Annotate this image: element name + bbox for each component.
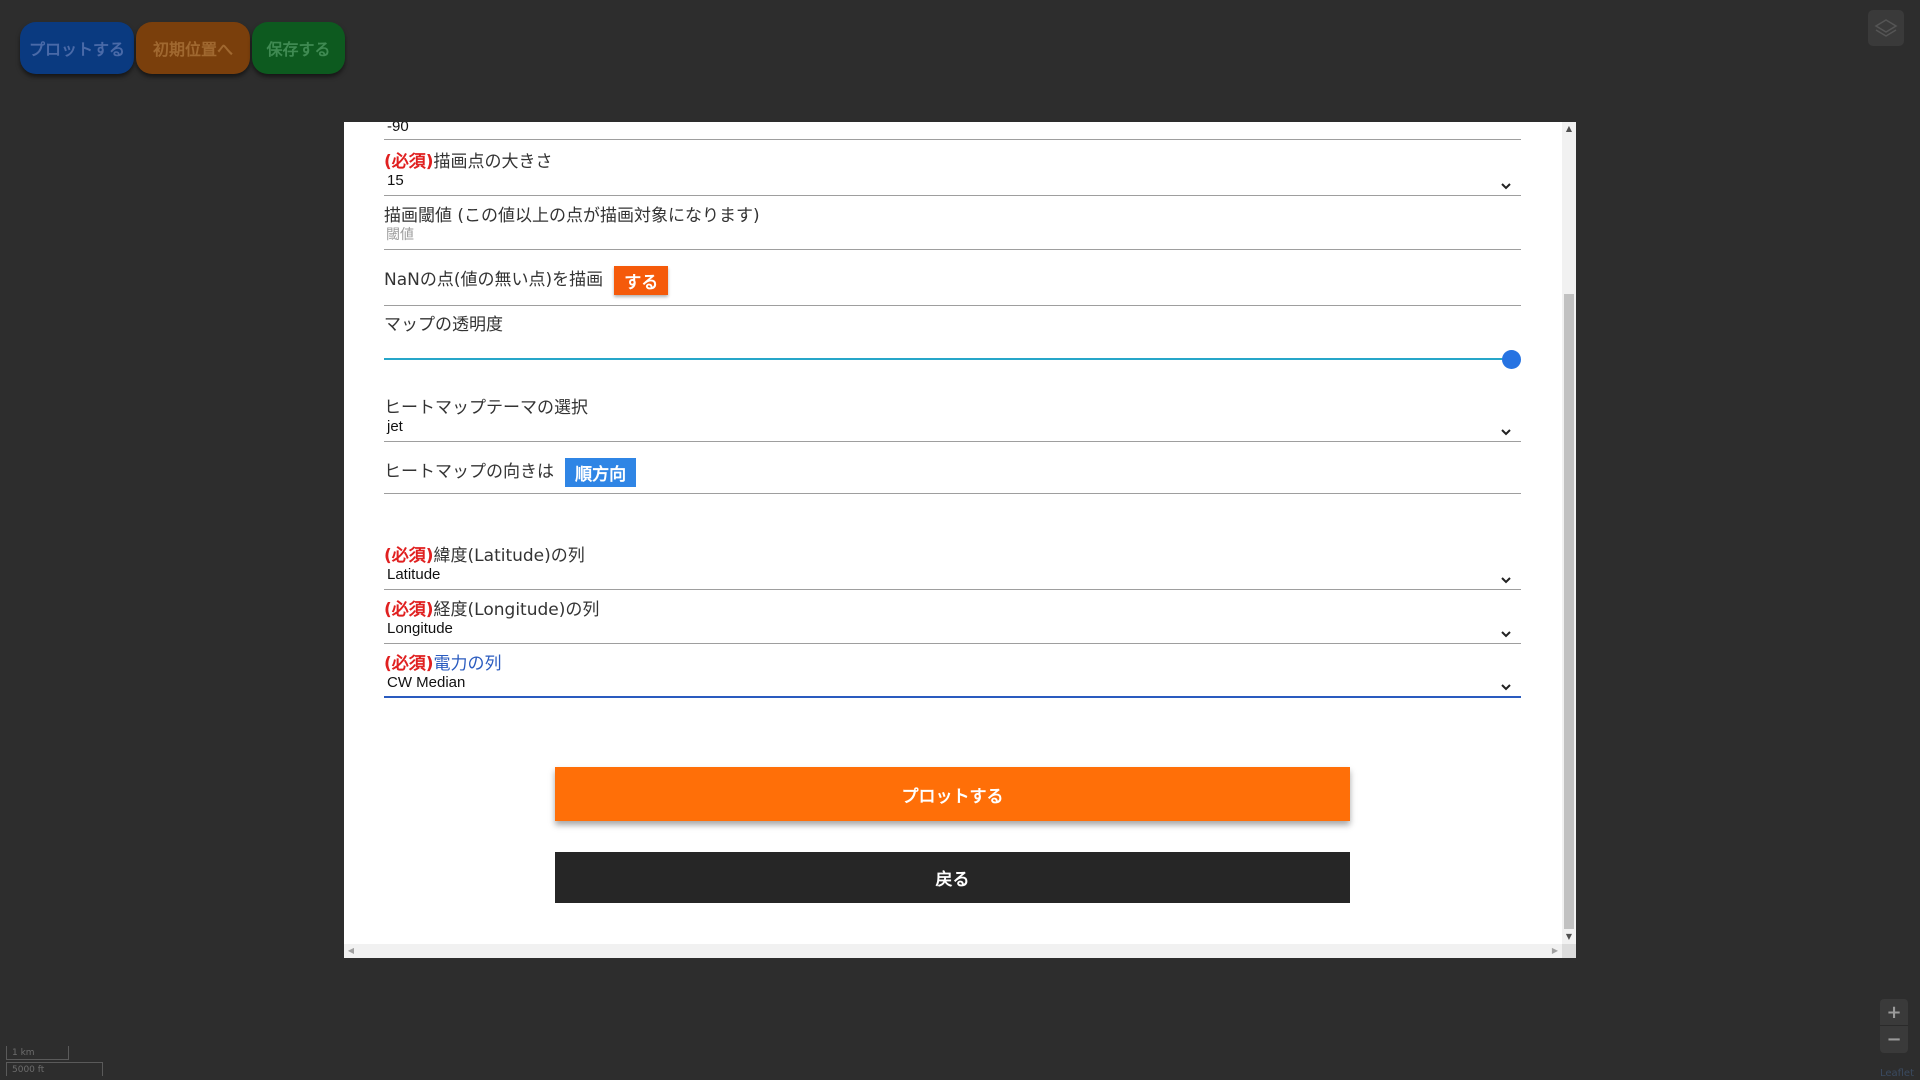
map-save-button[interactable]: 保存する	[252, 22, 345, 74]
map-opacity-label: マップの透明度	[384, 315, 503, 335]
latitude-column-value: Latitude	[387, 566, 441, 583]
back-button[interactable]: 戻る	[555, 852, 1350, 903]
point-size-label: (必須)描画点の大きさ	[384, 152, 553, 172]
vertical-scrollbar[interactable]: ▲ ▼	[1562, 122, 1576, 944]
required-tag: (必須)	[384, 600, 434, 620]
longitude-column-label: (必須)経度(Longitude)の列	[384, 600, 600, 620]
vertical-scroll-thumb[interactable]	[1564, 294, 1574, 929]
required-tag: (必須)	[384, 654, 434, 674]
threshold-label: 描画閾値 (この値以上の点が描画対象になります)	[384, 206, 760, 226]
latitude-column-label: (必須)緯度(Latitude)の列	[384, 546, 585, 566]
chevron-down-icon	[1501, 684, 1511, 691]
modal-content: -90 (必須)描画点の大きさ 15 描画閾値 (この値以上の点が描画対象になり…	[344, 122, 1562, 944]
heatmap-theme-label: ヒートマップテーマの選択	[384, 398, 588, 418]
zoom-in-button[interactable]: +	[1880, 999, 1908, 1026]
nan-draw-toggle[interactable]: する	[614, 266, 669, 295]
heatmap-theme-select[interactable]: ヒートマップテーマの選択 jet	[384, 398, 1521, 442]
scale-ft: 5000 ft	[6, 1062, 103, 1076]
map-attribution[interactable]: Leaflet	[1877, 1067, 1916, 1080]
chevron-down-icon	[1501, 631, 1511, 638]
heatmap-direction-row: ヒートマップの向きは 順方向	[384, 458, 1521, 494]
map-home-button[interactable]: 初期位置へ	[136, 22, 250, 74]
previous-field[interactable]: -90	[384, 122, 1521, 140]
zoom-control: + −	[1880, 999, 1908, 1053]
scale-km: 1 km	[6, 1046, 69, 1060]
plot-settings-modal: -90 (必須)描画点の大きさ 15 描画閾値 (この値以上の点が描画対象になり…	[344, 122, 1576, 958]
power-column-value: CW Median	[387, 674, 466, 691]
map-opacity-slider-track[interactable]	[384, 358, 1512, 360]
previous-field-value: -90	[387, 122, 409, 135]
required-tag: (必須)	[384, 152, 434, 172]
heatmap-direction-toggle[interactable]: 順方向	[565, 458, 637, 487]
longitude-column-select[interactable]: (必須)経度(Longitude)の列 Longitude	[384, 600, 1521, 644]
layers-control[interactable]	[1868, 10, 1904, 46]
threshold-input[interactable]: 描画閾値 (この値以上の点が描画対象になります) 閾値	[384, 206, 1521, 250]
horizontal-scrollbar[interactable]: ◀ ▶	[344, 944, 1562, 958]
plot-button[interactable]: プロットする	[555, 767, 1350, 821]
scroll-right-icon[interactable]: ▶	[1548, 944, 1562, 958]
threshold-placeholder: 閾値	[386, 227, 414, 243]
nan-draw-row: NaNの点(値の無い点)を描画 する	[384, 266, 1521, 306]
map-opacity-slider-thumb[interactable]	[1502, 350, 1521, 369]
nan-draw-label: NaNの点(値の無い点)を描画	[384, 270, 604, 290]
map-scale: 1 km 5000 ft	[6, 1046, 103, 1076]
scroll-down-icon[interactable]: ▼	[1562, 930, 1576, 944]
chevron-down-icon	[1501, 183, 1511, 190]
longitude-column-value: Longitude	[387, 620, 453, 637]
power-column-select[interactable]: (必須)電力の列 CW Median	[384, 654, 1521, 698]
map-plot-button[interactable]: プロットする	[20, 22, 134, 74]
scroll-left-icon[interactable]: ◀	[344, 944, 358, 958]
chevron-down-icon	[1501, 429, 1511, 436]
layers-icon	[1874, 19, 1898, 37]
heatmap-direction-label: ヒートマップの向きは	[384, 462, 554, 482]
latitude-column-select[interactable]: (必須)緯度(Latitude)の列 Latitude	[384, 546, 1521, 590]
heatmap-theme-value: jet	[387, 418, 403, 435]
chevron-down-icon	[1501, 577, 1511, 584]
scrollbar-corner	[1562, 944, 1576, 958]
zoom-out-button[interactable]: −	[1880, 1026, 1908, 1053]
scroll-up-icon[interactable]: ▲	[1562, 122, 1576, 136]
power-column-label: (必須)電力の列	[384, 654, 502, 674]
point-size-select[interactable]: (必須)描画点の大きさ 15	[384, 152, 1521, 196]
point-size-value: 15	[387, 172, 404, 189]
required-tag: (必須)	[384, 546, 434, 566]
